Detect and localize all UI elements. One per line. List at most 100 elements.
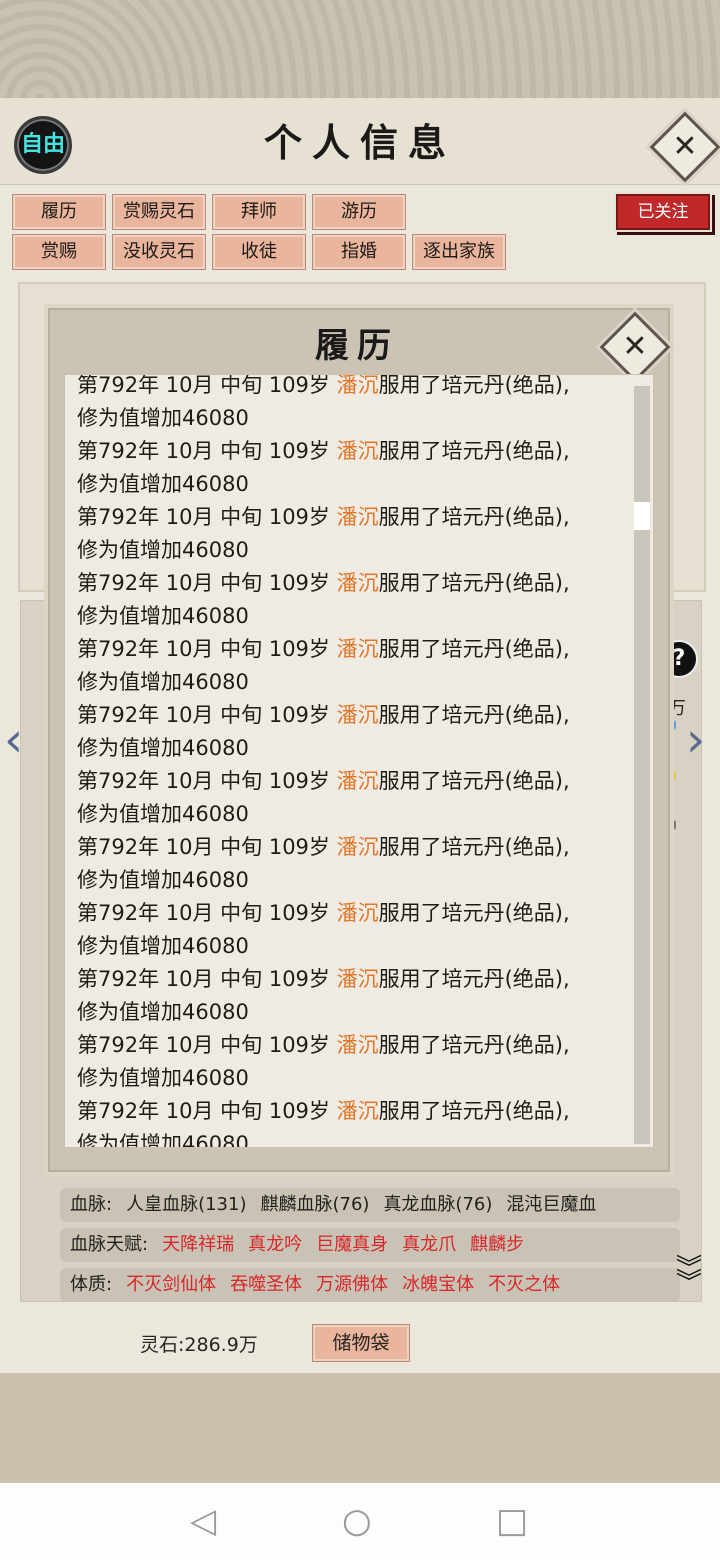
entry-character-name[interactable]: 潘沉 [337, 769, 379, 793]
entry-result: 修为值增加46080 [77, 1000, 249, 1024]
back-triangle-icon[interactable]: ◁ [190, 1501, 216, 1541]
bloodline-value[interactable]: 真龙血脉(76) [383, 1188, 492, 1222]
history-entry: 第792年 10月 中旬 109岁 潘沉服用了培元丹(绝品), 修为值增加4608… [77, 501, 627, 567]
entry-action: 服用了培元丹(绝品), [378, 967, 570, 991]
entry-date: 第792年 10月 中旬 109岁 [77, 439, 337, 463]
tab-赏赐灵石[interactable]: 赏赐灵石 [112, 194, 206, 230]
side-unit-label: 万 [668, 698, 686, 719]
entry-action: 服用了培元丹(绝品), [378, 1033, 570, 1057]
entry-action: 服用了培元丹(绝品), [378, 374, 570, 397]
entry-date: 第792年 10月 中旬 109岁 [77, 835, 337, 859]
bloodline_talent-value[interactable]: 天降祥瑞 [162, 1228, 234, 1262]
entry-action: 服用了培元丹(绝品), [378, 835, 570, 859]
tab-履历[interactable]: 履历 [12, 194, 106, 230]
entry-result: 修为值增加46080 [77, 538, 249, 562]
entry-date: 第792年 10月 中旬 109岁 [77, 901, 337, 925]
bloodline-value[interactable]: 麒麟血脉(76) [260, 1188, 369, 1222]
physique-value[interactable]: 吞噬圣体 [230, 1268, 302, 1302]
history-log-scroll[interactable]: 第792年 10月 中旬 109岁 潘沉服用了培元丹(绝品), 修为值增加4608… [64, 374, 654, 1148]
entry-result: 修为值增加46080 [77, 934, 249, 958]
bloodline_talent-value[interactable]: 巨魔真身 [316, 1228, 388, 1262]
expand-down-icon[interactable]: ︾ ︾ [676, 1256, 702, 1296]
history-entry: 第792年 10月 中旬 109岁 潘沉服用了培元丹(绝品), 修为值增加4608… [77, 435, 627, 501]
entry-character-name[interactable]: 潘沉 [337, 967, 379, 991]
entry-result: 修为值增加46080 [77, 472, 249, 496]
tab-赏赐[interactable]: 赏赐 [12, 234, 106, 270]
entry-date: 第792年 10月 中旬 109岁 [77, 374, 337, 397]
history-scroll-thumb[interactable] [634, 502, 650, 530]
next-character-arrow-icon[interactable]: › [686, 712, 705, 768]
entry-character-name[interactable]: 潘沉 [337, 703, 379, 727]
bloodline-label: 血脉: [70, 1194, 113, 1215]
history-entry: 第792年 10月 中旬 109岁 潘沉服用了培元丹(绝品), 修为值增加4608… [77, 699, 627, 765]
page-title: 个人信息 [263, 120, 456, 165]
followed-button[interactable]: 已关注 [616, 194, 710, 230]
entry-result: 修为值增加46080 [77, 406, 249, 430]
bloodline-talent-label: 血脉天赋: [70, 1234, 149, 1255]
bloodline-value[interactable]: 混沌巨魔血 [506, 1188, 596, 1222]
physique-value[interactable]: 不灭之体 [488, 1268, 560, 1302]
history-entry: 第792年 10月 中旬 109岁 潘沉服用了培元丹(绝品), 修为值增加4608… [77, 831, 627, 897]
bloodline-row: 血脉: 人皇血脉(131) 麒麟血脉(76) 真龙血脉(76) 混沌巨魔血 [60, 1188, 680, 1222]
entry-action: 服用了培元丹(绝品), [378, 439, 570, 463]
physique-value[interactable]: 冰魄宝体 [402, 1268, 474, 1302]
physique-label: 体质: [70, 1274, 113, 1295]
entry-action: 服用了培元丹(绝品), [378, 901, 570, 925]
entry-result: 修为值增加46080 [77, 1132, 249, 1148]
bloodline_talent-value[interactable]: 真龙爪 [402, 1228, 456, 1262]
entry-character-name[interactable]: 潘沉 [337, 439, 379, 463]
storage-bag-button[interactable]: 储物袋 [312, 1324, 410, 1362]
entry-result: 修为值增加46080 [77, 802, 249, 826]
entry-character-name[interactable]: 潘沉 [337, 1099, 379, 1123]
entry-character-name[interactable]: 潘沉 [337, 375, 379, 397]
physique-value[interactable]: 万源佛体 [316, 1268, 388, 1302]
entry-date: 第792年 10月 中旬 109岁 [77, 703, 337, 727]
entry-result: 修为值增加46080 [77, 604, 249, 628]
history-entry: 第792年 10月 中旬 109岁 潘沉服用了培元丹(绝品), 修为值增加4608… [77, 633, 627, 699]
recents-square-icon[interactable]: □ [496, 1501, 528, 1541]
entry-date: 第792年 10月 中旬 109岁 [77, 1099, 337, 1123]
entry-character-name[interactable]: 潘沉 [337, 637, 379, 661]
tab-指婚[interactable]: 指婚 [312, 234, 406, 270]
history-scrollbar[interactable] [634, 386, 650, 1144]
entry-date: 第792年 10月 中旬 109岁 [77, 637, 337, 661]
history-entry: 第792年 10月 中旬 109岁 潘沉服用了培元丹(绝品), 修为值增加4608… [77, 963, 627, 1029]
top-decor-band [0, 0, 720, 102]
bloodline_talent-value[interactable]: 真龙吟 [248, 1228, 302, 1262]
history-entry: 第792年 10月 中旬 109岁 潘沉服用了培元丹(绝品), 修为值增加4608… [77, 765, 627, 831]
tab-没收灵石[interactable]: 没收灵石 [112, 234, 206, 270]
tab-游历[interactable]: 游历 [312, 194, 406, 230]
history-entry: 第792年 10月 中旬 109岁 潘沉服用了培元丹(绝品), 修为值增加4608… [77, 897, 627, 963]
prev-character-arrow-icon[interactable]: ‹ [4, 712, 23, 768]
bloodline-talent-row: 血脉天赋: 天降祥瑞 真龙吟 巨魔真身 真龙爪 麒麟步 [60, 1228, 680, 1262]
entry-date: 第792年 10月 中旬 109岁 [77, 967, 337, 991]
entry-action: 服用了培元丹(绝品), [378, 1099, 570, 1123]
entry-character-name[interactable]: 潘沉 [337, 835, 379, 859]
history-log-list: 第792年 10月 中旬 109岁 潘沉服用了培元丹(绝品), 修为值增加4608… [77, 374, 627, 1148]
bloodline_talent-value[interactable]: 麒麟步 [470, 1228, 524, 1262]
bloodline-value[interactable]: 人皇血脉(131) [126, 1188, 246, 1222]
tab-逐出家族[interactable]: 逐出家族 [412, 234, 506, 270]
entry-action: 服用了培元丹(绝品), [378, 505, 570, 529]
close-icon: ✕ [622, 329, 648, 364]
history-entry: 第792年 10月 中旬 109岁 潘沉服用了培元丹(绝品), 修为值增加4608… [77, 1029, 627, 1095]
entry-result: 修为值增加46080 [77, 1066, 249, 1090]
entry-action: 服用了培元丹(绝品), [378, 703, 570, 727]
history-modal-title: 履历 [315, 326, 399, 366]
entry-result: 修为值增加46080 [77, 736, 249, 760]
entry-action: 服用了培元丹(绝品), [378, 571, 570, 595]
system-nav-bar: ◁ ○ □ [0, 1483, 720, 1560]
tab-拜师[interactable]: 拜师 [212, 194, 306, 230]
history-entry: 第792年 10月 中旬 109岁 潘沉服用了培元丹(绝品), 修为值增加4608… [77, 567, 627, 633]
physique-value[interactable]: 不灭剑仙体 [126, 1268, 216, 1302]
history-entry: 第792年 10月 中旬 109岁 潘沉服用了培元丹(绝品), 修为值增加4608… [77, 374, 627, 435]
entry-date: 第792年 10月 中旬 109岁 [77, 505, 337, 529]
entry-character-name[interactable]: 潘沉 [337, 901, 379, 925]
tab-收徒[interactable]: 收徒 [212, 234, 306, 270]
entry-character-name[interactable]: 潘沉 [337, 1033, 379, 1057]
home-circle-icon[interactable]: ○ [342, 1501, 372, 1541]
physique-row: 体质: 不灭剑仙体 吞噬圣体 万源佛体 冰魄宝体 不灭之体 [60, 1268, 680, 1302]
entry-character-name[interactable]: 潘沉 [337, 505, 379, 529]
entry-result: 修为值增加46080 [77, 670, 249, 694]
entry-character-name[interactable]: 潘沉 [337, 571, 379, 595]
